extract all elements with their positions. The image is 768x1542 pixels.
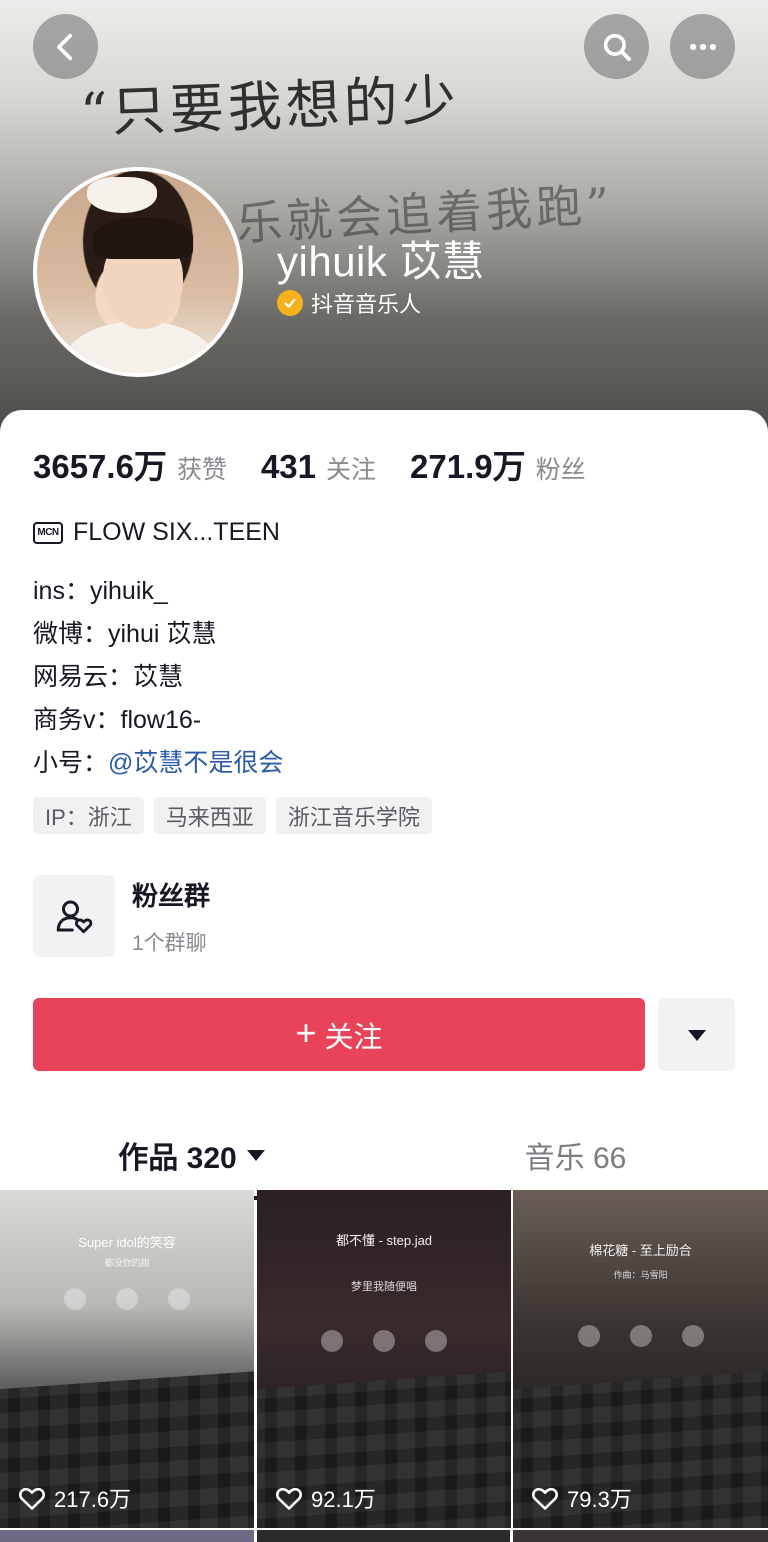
stat-following[interactable]: 431 关注	[261, 448, 376, 486]
tag-ip: IP：浙江	[33, 797, 144, 834]
search-button[interactable]	[584, 14, 649, 79]
video-thumbnail[interactable]: Super idol的笑容 都没你的甜 217.6万	[0, 1190, 254, 1528]
stats-row: 3657.6万 获赞 431 关注 271.9万 粉丝	[33, 440, 620, 488]
fan-group-texts: 粉丝群 1个群聊	[132, 876, 210, 957]
banner-text-line1: “只要我想的少	[79, 68, 461, 145]
next-row-thumbnails	[0, 1530, 768, 1542]
tab-works-label: 作品 320	[118, 1142, 237, 1175]
stat-following-label: 关注	[326, 456, 377, 484]
profile-card: 3657.6万 获赞 431 关注 271.9万 粉丝 MCN FLOW SIX…	[0, 410, 768, 1542]
tab-works[interactable]: 作品 320	[0, 1122, 383, 1188]
verified-label: 抖音音乐人	[311, 292, 422, 317]
like-count: 79.3万	[567, 1487, 632, 1512]
tag-location[interactable]: 马来西亚	[153, 797, 266, 834]
more-button[interactable]	[670, 14, 735, 79]
video-thumbnail[interactable]: 棉花糖 - 至上励合 作曲：马雪阳 79.3万	[513, 1190, 768, 1528]
stat-likes: 3657.6万 获赞	[33, 440, 227, 488]
caret-down-icon	[246, 1149, 265, 1161]
heart-icon	[532, 1487, 558, 1510]
fan-group-icon-box	[33, 875, 115, 957]
mcn-icon: MCN	[33, 521, 63, 544]
bio: ins：yihuik_ 微博：yihui 苡慧 网易云：苡慧 商务v：flow1…	[33, 570, 283, 785]
follow-button[interactable]: + 关注	[33, 998, 645, 1071]
back-button[interactable]	[33, 14, 98, 79]
avatar-shirt	[65, 321, 215, 373]
search-icon	[603, 33, 631, 61]
avatar[interactable]	[33, 167, 243, 377]
fan-group-subtitle: 1个群聊	[132, 931, 207, 955]
video-caption: 都不懂 - step.jad	[335, 1233, 433, 1248]
player-controls	[0, 1288, 254, 1310]
bio-line: 网易云：苡慧	[33, 663, 184, 691]
verified-row: 抖音音乐人	[277, 287, 421, 319]
video-caption: 棉花糖 - 至上励合	[589, 1243, 692, 1258]
bio-line: 微博：yihui 苡慧	[33, 620, 217, 648]
heart-icon	[19, 1487, 45, 1510]
caret-down-icon	[687, 1029, 706, 1041]
fan-group-entry[interactable]: 粉丝群 1个群聊	[33, 875, 210, 957]
avatar-bow	[87, 177, 157, 213]
verified-icon	[277, 290, 303, 316]
tag-list: IP：浙江 马来西亚 浙江音乐学院	[33, 797, 432, 834]
like-count: 92.1万	[311, 1487, 376, 1512]
video-thumbnail[interactable]: 都不懂 - step.jad 梦里我随便唱 92.1万	[257, 1190, 511, 1528]
like-count: 217.6万	[54, 1487, 132, 1512]
bio-line: 小号：@苡慧不是很会	[33, 742, 283, 785]
content-tabs: 作品 320 音乐 66	[0, 1122, 768, 1200]
tab-music[interactable]: 音乐 66	[383, 1122, 768, 1188]
player-controls	[257, 1330, 511, 1352]
heart-icon	[276, 1487, 302, 1510]
video-likes: 92.1万	[275, 1482, 376, 1514]
fan-group-title: 粉丝群	[132, 880, 211, 911]
back-icon	[56, 33, 72, 60]
plus-icon: +	[295, 1012, 317, 1053]
more-options-button[interactable]	[658, 998, 735, 1071]
mcn-row[interactable]: MCN FLOW SIX...TEEN	[33, 518, 280, 547]
video-likes: 217.6万	[18, 1482, 131, 1514]
video-grid: Super idol的笑容 都没你的甜 217.6万 都不懂 - step.ja…	[0, 1190, 768, 1542]
bio-line: ins：yihuik_	[33, 577, 168, 605]
follow-label: 关注	[324, 1021, 383, 1054]
stat-likes-label: 获赞	[176, 456, 227, 484]
mcn-name: FLOW SIX...TEEN	[73, 518, 280, 546]
stat-followers-value: 271.9万	[410, 448, 526, 485]
video-subcaption: 梦里我随便唱	[351, 1281, 417, 1293]
stat-likes-value: 3657.6万	[33, 448, 167, 485]
profile-name: yihuik 苡慧	[277, 238, 485, 285]
avatar-hair	[93, 217, 193, 259]
video-subcaption: 都没你的甜	[104, 1258, 150, 1268]
user-heart-icon	[56, 900, 93, 934]
tag-school[interactable]: 浙江音乐学院	[275, 797, 432, 834]
bio-line: 商务v：flow16-	[33, 706, 202, 734]
tab-music-label: 音乐 66	[524, 1142, 627, 1175]
more-icon	[689, 43, 716, 50]
video-subcaption: 作曲：马雪阳	[613, 1270, 668, 1280]
alt-account-link[interactable]: @苡慧不是很会	[108, 749, 283, 777]
bio-prefix: 小号：	[33, 749, 109, 777]
video-caption: Super idol的笑容	[78, 1235, 176, 1250]
video-likes: 79.3万	[531, 1482, 632, 1514]
stat-followers-label: 粉丝	[535, 456, 586, 484]
stat-following-value: 431	[260, 448, 317, 485]
stat-followers[interactable]: 271.9万 粉丝	[410, 440, 586, 488]
player-controls	[513, 1325, 768, 1347]
